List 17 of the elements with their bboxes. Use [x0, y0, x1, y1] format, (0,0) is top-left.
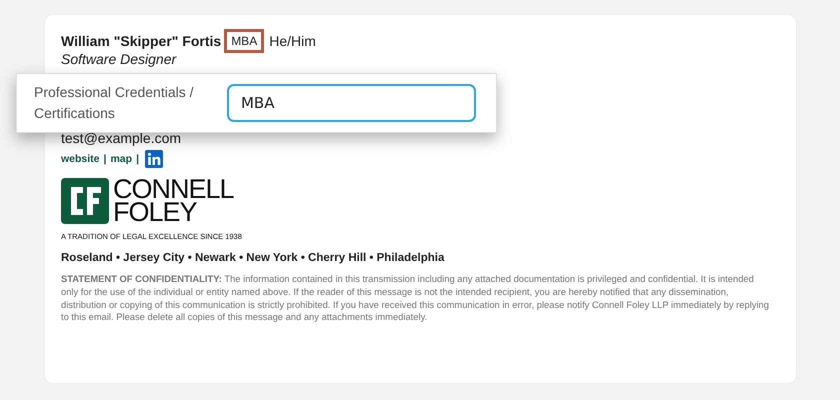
link-separator: |	[136, 153, 140, 165]
link-separator: |	[104, 153, 106, 165]
credentials-text: MBA	[224, 29, 264, 53]
monogram-logo-icon	[61, 178, 109, 224]
job-title: Software Designer	[61, 51, 178, 67]
field-label: Professional Credentials / Certifications	[34, 83, 195, 123]
linkedin-icon[interactable]	[145, 150, 164, 168]
office-locations: Roseland • Jersey City • Newark • New York • Cherry Hill • Philadelphia	[61, 252, 446, 264]
signature-link[interactable]: website	[61, 153, 100, 165]
logo-wordmark: CONNELL	[113, 178, 234, 201]
logo-wordmark: FOLEY	[113, 201, 197, 224]
signature-link[interactable]: map	[110, 153, 132, 165]
confidentiality-statement: STATEMENT OF CONFIDENTIALITY: The information contained in this transmission including any attached documentation is privileged and confidential. It is intended only for the use of the individual or entity named above. If the reader of this message is not the intended recipient, you are hereby notified that any dissemination, distribution or copying of this communication is strictly prohibited. If you have received this communication in error, please notify Connell Foley LLP immediately by replying to this email. Please delete all copies of this message and any attachments immediately.	[61, 273, 770, 324]
person-name: William "Skipper" Fortis	[61, 33, 222, 49]
email-text: test@example.com	[61, 130, 182, 146]
credentials-input[interactable]: MBA	[226, 84, 476, 122]
pronouns-text: He/Him	[269, 33, 316, 49]
